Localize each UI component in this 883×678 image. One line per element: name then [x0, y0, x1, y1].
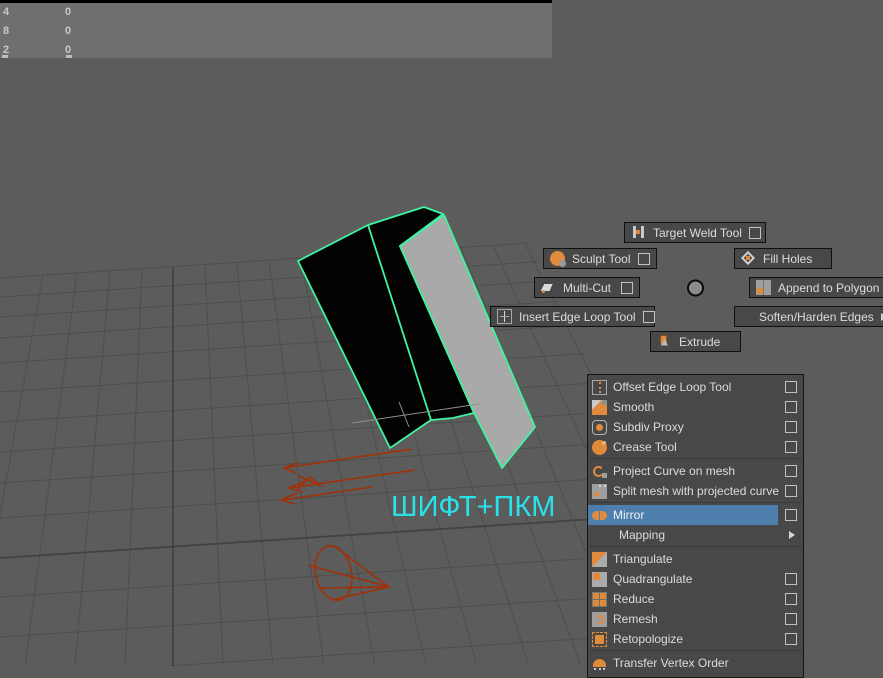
quadrangulate-icon	[592, 571, 607, 587]
menu-item-mapping[interactable]: Mapping	[588, 525, 803, 545]
hud-value: 0	[65, 6, 72, 18]
option-box[interactable]	[785, 401, 797, 413]
submenu-arrow-icon	[789, 531, 799, 539]
multi-cut-icon	[541, 280, 556, 295]
split-mesh-icon	[592, 483, 607, 499]
button-label: Fill Holes	[763, 251, 813, 266]
transfer-vertex-order-icon	[592, 656, 607, 671]
button-label: Multi-Cut	[563, 280, 612, 295]
menu-item-offset-edge-loop-tool[interactable]: Offset Edge Loop Tool	[588, 377, 803, 397]
hud-value: 8	[3, 25, 10, 37]
hud-value: 4	[3, 6, 10, 18]
maya-viewport-window: { "hud": { "rows": [ {"left": "4", "righ…	[0, 0, 883, 678]
menu-item-crease-tool[interactable]: Crease Tool	[588, 437, 803, 457]
smooth-icon	[592, 399, 607, 415]
heads-up-display: 4 0 8 0 2 0	[0, 0, 552, 58]
option-box[interactable]	[621, 281, 633, 294]
target-weld-icon	[631, 225, 646, 240]
append-to-polygon-icon	[756, 280, 771, 295]
menu-item-project-curve-on-mesh[interactable]: Project Curve on mesh	[588, 461, 803, 481]
subdiv-proxy-icon	[592, 419, 607, 435]
menu-item-quadrangulate[interactable]: Quadrangulate	[588, 569, 803, 589]
option-box[interactable]	[785, 573, 797, 585]
button-label: Insert Edge Loop Tool	[519, 309, 636, 324]
offset-edge-loop-icon	[592, 379, 607, 395]
menu-item-transfer-vertex-order[interactable]: Transfer Vertex Order	[588, 653, 803, 673]
hud-value: 0	[65, 25, 72, 37]
option-box[interactable]	[785, 485, 797, 497]
option-box[interactable]	[748, 226, 761, 239]
extrude-icon	[657, 334, 672, 349]
menu-item-reduce[interactable]: Reduce	[588, 589, 803, 609]
shortcut-annotation: ШИФТ+ПКМ	[391, 491, 556, 523]
marking-menu-item-insert-edge-loop-tool[interactable]: Insert Edge Loop Tool	[490, 306, 655, 327]
menu-item-subdiv-proxy[interactable]: Subdiv Proxy	[588, 417, 803, 437]
menu-item-split-mesh-with-projected-curve[interactable]: Split mesh with projected curve	[588, 481, 803, 501]
option-box[interactable]	[785, 381, 797, 393]
button-label: Extrude	[679, 334, 721, 349]
clipped-hud-row	[66, 55, 72, 58]
marking-menu-item-multi-cut[interactable]: Multi-Cut	[534, 277, 640, 298]
clipped-hud-row	[2, 55, 8, 58]
polygon-context-menu: Offset Edge Loop Tool Smooth Subdiv Prox…	[587, 374, 804, 678]
menu-item-triangulate[interactable]: Triangulate	[588, 549, 803, 569]
selected-mesh[interactable]	[297, 206, 536, 469]
sculpt-icon	[550, 251, 566, 267]
insert-edge-loop-icon	[497, 309, 512, 324]
option-box[interactable]	[785, 441, 797, 453]
marking-menu-item-fill-holes[interactable]: Fill Holes	[734, 248, 832, 269]
option-box[interactable]	[785, 465, 797, 477]
marking-menu-item-sculpt-tool[interactable]: Sculpt Tool	[543, 248, 657, 269]
menu-item-remesh[interactable]: Remesh	[588, 609, 803, 629]
option-box[interactable]	[785, 633, 797, 645]
retopologize-icon	[592, 631, 607, 647]
marking-menu-item-soften-harden-edges[interactable]: Soften/Harden Edges	[734, 306, 883, 327]
option-box[interactable]	[785, 593, 797, 605]
project-curve-icon	[592, 464, 607, 479]
menu-item-smooth[interactable]: Smooth	[588, 397, 803, 417]
option-box[interactable]	[785, 421, 797, 433]
button-label: Append to Polygon T	[778, 280, 883, 295]
option-box[interactable]	[785, 613, 797, 625]
menu-item-retopologize[interactable]: Retopologize	[588, 629, 803, 649]
button-label: Soften/Harden Edges	[759, 309, 874, 324]
crease-tool-icon	[592, 439, 607, 455]
fill-holes-icon	[741, 251, 756, 266]
hud-top-bar	[0, 0, 552, 3]
mirror-icon	[592, 508, 607, 523]
menu-item-mirror[interactable]: Mirror	[588, 505, 803, 525]
button-label: Target Weld Tool	[653, 225, 742, 240]
button-label: Sculpt Tool	[572, 251, 631, 266]
remesh-icon	[592, 611, 607, 627]
marking-menu-item-append-to-polygon[interactable]: Append to Polygon T	[749, 277, 883, 298]
reduce-icon	[592, 591, 607, 607]
triangulate-icon	[592, 551, 607, 567]
marking-menu-center[interactable]	[687, 279, 704, 297]
option-box[interactable]	[638, 252, 650, 265]
option-box[interactable]	[785, 509, 797, 521]
marking-menu-item-target-weld-tool[interactable]: Target Weld Tool	[624, 222, 766, 243]
curve-cone[interactable]	[307, 542, 390, 603]
marking-menu-item-extrude[interactable]: Extrude	[650, 331, 741, 352]
option-box[interactable]	[642, 310, 655, 323]
